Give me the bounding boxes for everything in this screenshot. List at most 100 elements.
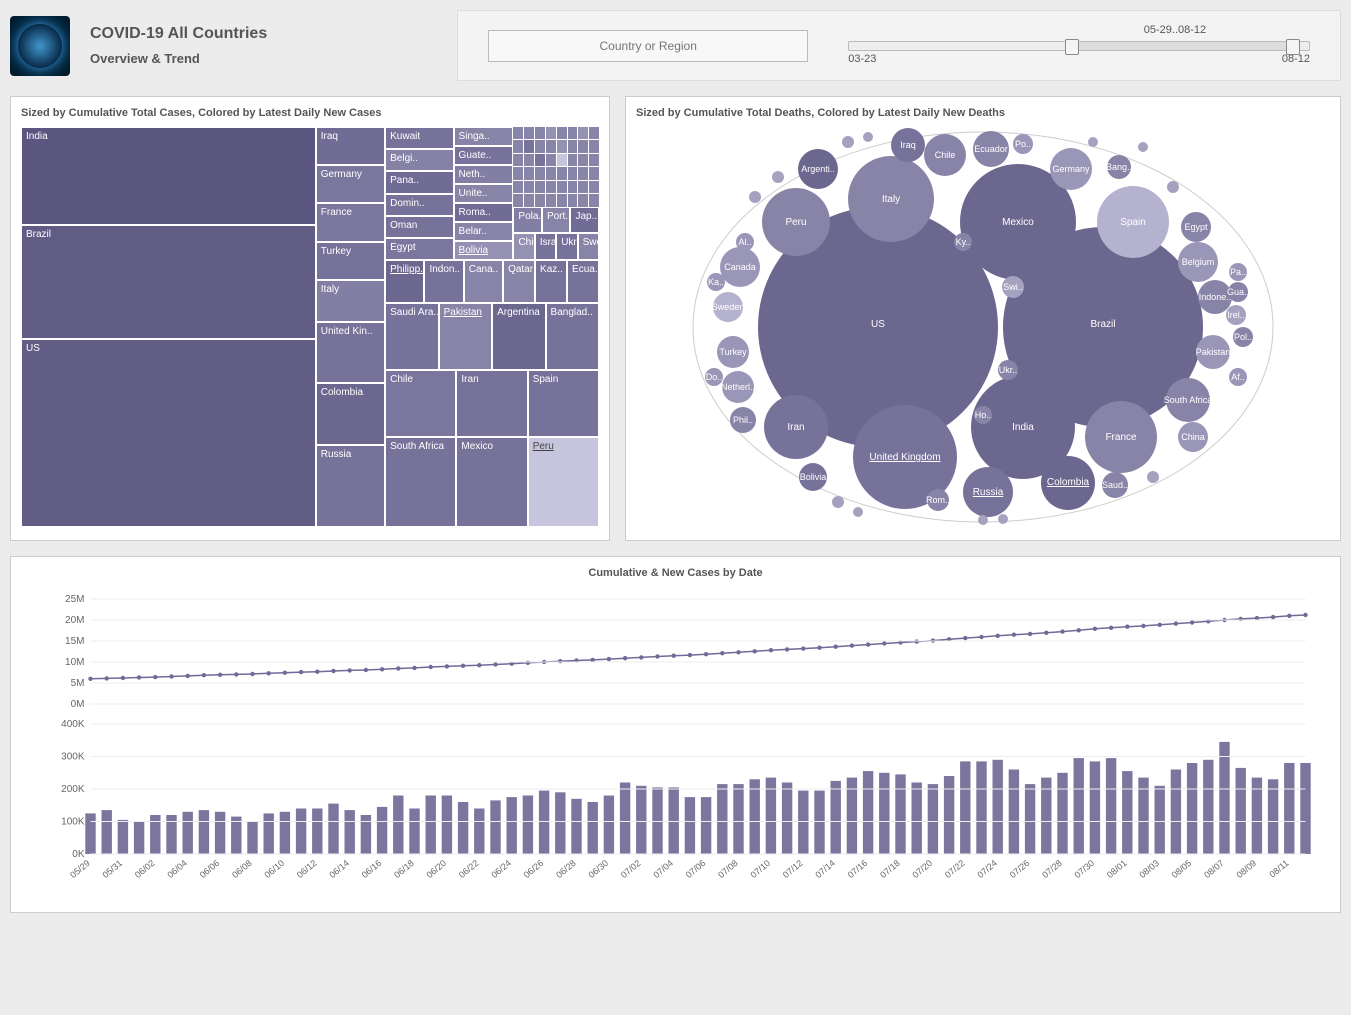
time-chart[interactable]: 0M5M10M15M20M25M 0K100K200K300K400K 05/2… — [21, 589, 1330, 899]
svg-text:20M: 20M — [65, 615, 84, 626]
treemap-cell[interactable]: Unite.. — [454, 184, 514, 203]
treemap-cell[interactable]: Singa.. — [454, 127, 514, 146]
treemap-cell[interactable]: Ukrai.. — [556, 233, 577, 260]
svg-text:Belgium: Belgium — [1182, 257, 1215, 267]
svg-text:100K: 100K — [61, 817, 85, 828]
treemap-title: Sized by Cumulative Total Cases, Colored… — [21, 107, 599, 119]
treemap-cell[interactable]: China — [513, 233, 534, 260]
treemap-cell[interactable]: Turkey — [316, 242, 385, 280]
svg-text:Pol..: Pol.. — [1234, 332, 1252, 342]
treemap-cell[interactable]: Peru — [528, 437, 599, 527]
treemap-cell[interactable]: Iraq — [316, 127, 385, 165]
svg-text:Ukr..: Ukr.. — [999, 365, 1018, 375]
svg-text:Ky..: Ky.. — [956, 237, 971, 247]
treemap-cell[interactable]: Germany — [316, 165, 385, 203]
svg-text:07/24: 07/24 — [975, 858, 999, 880]
treemap-cell[interactable]: Pakistan — [439, 303, 492, 370]
treemap-cell[interactable]: Pola.. — [513, 207, 542, 234]
svg-text:07/14: 07/14 — [813, 858, 837, 880]
svg-text:United Kingdom: United Kingdom — [869, 452, 940, 463]
treemap-cell[interactable]: Qatar — [503, 260, 535, 303]
treemap-cell[interactable]: Oman — [385, 216, 453, 238]
svg-text:Chile: Chile — [935, 150, 956, 160]
svg-text:Italy: Italy — [882, 194, 900, 205]
svg-text:Pa..: Pa.. — [1230, 267, 1246, 277]
treemap-cell[interactable]: Egypt — [385, 238, 453, 260]
treemap-cell[interactable]: US — [21, 339, 316, 527]
treemap-cell[interactable]: Roma.. — [454, 203, 514, 222]
svg-text:05/29: 05/29 — [68, 858, 92, 880]
treemap-cell[interactable]: Bolivia — [454, 241, 514, 260]
treemap-cell[interactable]: Neth.. — [454, 165, 514, 184]
svg-text:06/16: 06/16 — [360, 858, 384, 880]
treemap-cell[interactable]: South Africa — [385, 437, 456, 527]
page-title: COVID-19 All Countries — [90, 25, 267, 43]
treemap-cell[interactable]: Spain — [528, 370, 599, 437]
treemap-cell[interactable]: Israel — [535, 233, 556, 260]
treemap-cell[interactable]: Swe.. — [578, 233, 599, 260]
svg-text:Po..: Po.. — [1015, 139, 1031, 149]
svg-text:Gua..: Gua.. — [1227, 287, 1249, 297]
treemap-cell[interactable]: Guate.. — [454, 146, 514, 165]
country-select[interactable] — [488, 30, 808, 62]
svg-text:15M: 15M — [65, 636, 84, 647]
svg-text:Af..: Af.. — [1231, 372, 1245, 382]
svg-text:06/14: 06/14 — [327, 858, 351, 880]
svg-text:300K: 300K — [61, 752, 85, 763]
svg-text:Bolivia: Bolivia — [800, 472, 827, 482]
treemap-cell[interactable]: Belgi.. — [385, 149, 453, 171]
treemap-cell[interactable]: Ecua.. — [567, 260, 599, 303]
svg-text:06/26: 06/26 — [522, 858, 546, 880]
treemap-cell[interactable]: Mexico — [456, 437, 527, 527]
treemap-cell[interactable]: Domin.. — [385, 194, 453, 216]
treemap-cell[interactable]: Brazil — [21, 225, 316, 338]
date-range-slider[interactable]: 05-29..08-12 03-23 08-12 — [848, 26, 1310, 65]
svg-text:08/09: 08/09 — [1234, 858, 1258, 880]
svg-text:07/06: 07/06 — [684, 858, 708, 880]
treemap-cell[interactable]: Cana.. — [464, 260, 503, 303]
treemap-cell[interactable]: Russia — [316, 445, 385, 527]
svg-text:06/08: 06/08 — [230, 858, 254, 880]
treemap-chart[interactable]: India Brazil US Iraq Germany France Turk… — [21, 127, 599, 527]
treemap-cell[interactable]: Indon.. — [424, 260, 463, 303]
treemap-cell[interactable]: Kuwait — [385, 127, 453, 149]
bubble-chart[interactable]: US Brazil Mexico India United Kingdom It… — [636, 127, 1330, 527]
treemap-cell[interactable]: Colombia — [316, 383, 385, 445]
treemap-cell[interactable]: Pana.. — [385, 171, 453, 193]
svg-text:07/08: 07/08 — [716, 858, 740, 880]
svg-text:Germany: Germany — [1052, 164, 1090, 174]
treemap-cell[interactable]: Belar.. — [454, 222, 514, 241]
treemap-cell[interactable]: Port.. — [542, 207, 571, 234]
treemap-cell[interactable]: Banglad.. — [546, 303, 599, 370]
treemap-cell[interactable]: France — [316, 203, 385, 241]
page-subtitle: Overview & Trend — [90, 51, 267, 66]
svg-text:China: China — [1181, 432, 1205, 442]
svg-text:Argenti..: Argenti.. — [801, 164, 835, 174]
svg-text:Do..: Do.. — [706, 372, 723, 382]
svg-text:25M: 25M — [65, 594, 84, 605]
treemap-cell[interactable]: Saudi Ara.. — [385, 303, 438, 370]
treemap-cell[interactable]: Italy — [316, 280, 385, 322]
svg-text:08/11: 08/11 — [1267, 858, 1290, 880]
treemap-cell[interactable]: Philipp.. — [385, 260, 424, 303]
svg-text:Iran: Iran — [787, 422, 804, 433]
svg-text:US: US — [871, 319, 885, 330]
svg-text:08/05: 08/05 — [1170, 858, 1194, 880]
svg-text:Ecuador: Ecuador — [974, 144, 1008, 154]
svg-text:06/22: 06/22 — [457, 858, 481, 880]
svg-text:South Africa: South Africa — [1164, 395, 1213, 405]
treemap-cell[interactable]: Chile — [385, 370, 456, 437]
svg-text:France: France — [1105, 432, 1137, 443]
svg-text:06/30: 06/30 — [586, 858, 610, 880]
svg-text:Ho..: Ho.. — [975, 410, 992, 420]
svg-text:07/26: 07/26 — [1008, 858, 1032, 880]
svg-text:08/07: 08/07 — [1202, 858, 1226, 880]
svg-text:Egypt: Egypt — [1184, 222, 1208, 232]
treemap-cell[interactable]: Kaz.. — [535, 260, 567, 303]
treemap-cell[interactable]: Jap.. — [570, 207, 599, 234]
treemap-cell[interactable]: India — [21, 127, 316, 225]
treemap-cell[interactable]: Iran — [456, 370, 527, 437]
treemap-cell[interactable]: Argentina — [492, 303, 545, 370]
treemap-cell[interactable]: United Kin.. — [316, 322, 385, 384]
svg-text:Irel..: Irel.. — [1227, 310, 1245, 320]
